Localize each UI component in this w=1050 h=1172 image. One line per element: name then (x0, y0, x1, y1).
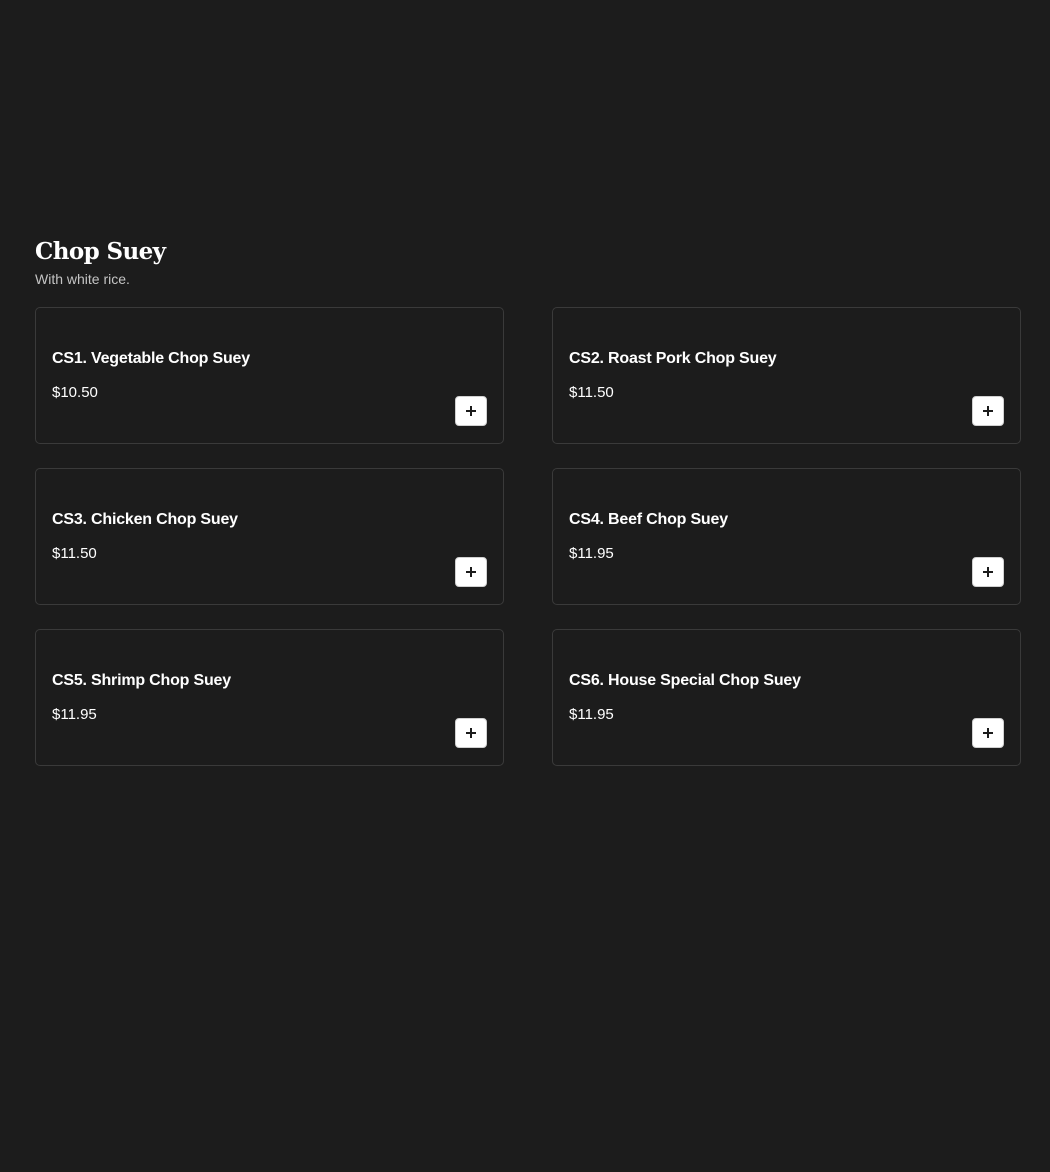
menu-item-price: $10.50 (52, 384, 98, 401)
menu-item-name: CS2. Roast Pork Chop Suey (569, 350, 777, 367)
menu-item-price: $11.95 (52, 706, 97, 723)
menu-item-name: CS4. Beef Chop Suey (569, 511, 728, 528)
menu-item-card[interactable]: CS4. Beef Chop Suey $11.95 (552, 468, 1021, 605)
plus-icon (983, 406, 993, 416)
add-to-cart-button[interactable] (455, 718, 487, 748)
menu-item-price: $11.50 (52, 545, 97, 562)
add-to-cart-button[interactable] (972, 396, 1004, 426)
menu-item-card[interactable]: CS1. Vegetable Chop Suey $10.50 (35, 307, 504, 444)
plus-icon (466, 728, 476, 738)
menu-item-price: $11.50 (569, 384, 614, 401)
menu-item-grid: CS1. Vegetable Chop Suey $10.50 CS2. Roa… (35, 307, 1021, 766)
plus-icon (466, 406, 476, 416)
plus-icon (983, 567, 993, 577)
menu-item-name: CS3. Chicken Chop Suey (52, 511, 238, 528)
menu-item-price: $11.95 (569, 545, 614, 562)
menu-item-name: CS5. Shrimp Chop Suey (52, 672, 231, 689)
add-to-cart-button[interactable] (455, 557, 487, 587)
section-subtitle: With white rice. (35, 271, 130, 287)
plus-icon (466, 567, 476, 577)
plus-icon (983, 728, 993, 738)
menu-section-chop-suey: Chop Suey With white rice. CS1. Vegetabl… (35, 238, 1021, 766)
menu-item-name: CS6. House Special Chop Suey (569, 672, 801, 689)
add-to-cart-button[interactable] (972, 557, 1004, 587)
menu-item-card[interactable]: CS2. Roast Pork Chop Suey $11.50 (552, 307, 1021, 444)
menu-item-card[interactable]: CS3. Chicken Chop Suey $11.50 (35, 468, 504, 605)
menu-item-name: CS1. Vegetable Chop Suey (52, 350, 250, 367)
menu-item-card[interactable]: CS5. Shrimp Chop Suey $11.95 (35, 629, 504, 766)
section-title: Chop Suey (35, 238, 166, 265)
menu-item-card[interactable]: CS6. House Special Chop Suey $11.95 (552, 629, 1021, 766)
add-to-cart-button[interactable] (972, 718, 1004, 748)
menu-item-price: $11.95 (569, 706, 614, 723)
add-to-cart-button[interactable] (455, 396, 487, 426)
